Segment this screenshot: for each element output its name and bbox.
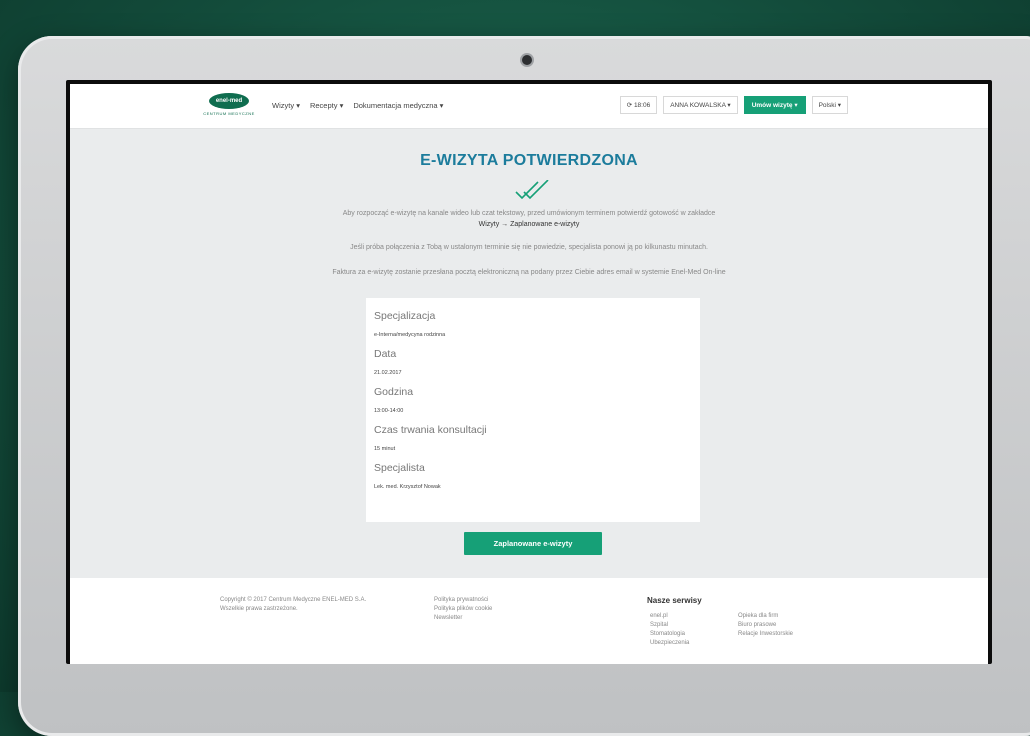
service-link[interactable]: Relacje Inwestorskie	[738, 630, 793, 639]
double-check-icon	[515, 180, 549, 200]
detail-label: Specjalizacja	[374, 310, 436, 322]
laptop-screen: enel-med CENTRUM MEDYCZNE Wizyty ▾ Recep…	[66, 80, 992, 664]
detail-value: 21.02.2017	[374, 370, 402, 376]
footer-copyright: Copyright © 2017 Centrum Medyczne ENEL-M…	[220, 596, 366, 614]
refresh-icon: ⟳	[626, 102, 633, 109]
service-link[interactable]: Ubezpieczenia	[650, 639, 689, 648]
session-timer[interactable]: ⟳ 18:06	[619, 96, 658, 114]
detail-value: e-Interna/medycyna rodzinna	[374, 332, 446, 338]
enel-med-logo[interactable]: enel-med CENTRUM MEDYCZNE	[200, 93, 258, 121]
services-title: Nasze serwisy	[647, 596, 702, 605]
footer-link-newsletter[interactable]: Newsletter	[434, 614, 492, 623]
service-link[interactable]: Szpital	[650, 621, 689, 630]
info-path: Wizyty → Zaplanowane e-wizyty	[478, 221, 580, 228]
planned-e-visits-button[interactable]: Zaplanowane e-wizyty	[464, 532, 602, 555]
detail-value: Lek. med. Krzysztof Nowak	[374, 484, 441, 490]
detail-label: Specjalista	[374, 462, 425, 474]
detail-label: Godzina	[374, 386, 414, 398]
nav-recepty[interactable]: Recepty ▾	[310, 101, 343, 110]
book-visit-button[interactable]: Umów wizytę ▾	[743, 96, 806, 114]
detail-value: 13:00-14:00	[374, 408, 404, 414]
chevron-down-icon: ▾	[296, 101, 300, 110]
chevron-down-icon: ▾	[339, 101, 344, 110]
nav-dokumentacja[interactable]: Dokumentacja medyczna ▾	[353, 101, 443, 110]
footer-links: Polityka prywatności Polityka plików coo…	[434, 596, 492, 623]
services-list-b: Opieka dla firm Biuro prasowe Relacje In…	[738, 612, 793, 639]
header-actions: ⟳ 18:06 ANNA KOWALSKA ▾ Umów wizytę ▾ Po…	[619, 96, 848, 114]
main-nav: Wizyty ▾ Recepty ▾ Dokumentacja medyczna…	[272, 101, 443, 110]
info-paragraph-3: Faktura za e-wizytę zostanie przesłana p…	[332, 269, 726, 276]
footer-link-privacy[interactable]: Polityka prywatności	[434, 596, 492, 605]
service-link[interactable]: Stomatologia	[650, 630, 689, 639]
logo-mark: enel-med	[209, 93, 249, 109]
service-link[interactable]: enel.pl	[650, 612, 689, 621]
info-paragraph-2: Jeśli próba połączenia z Tobą w ustalony…	[350, 244, 708, 251]
language-select[interactable]: Polski ▾	[811, 96, 848, 114]
detail-value: 15 minut	[374, 446, 396, 452]
web-page: enel-med CENTRUM MEDYCZNE Wizyty ▾ Recep…	[70, 84, 988, 664]
copyright-text: Copyright © 2017 Centrum Medyczne ENEL-M…	[220, 597, 367, 603]
nav-wizyty[interactable]: Wizyty ▾	[272, 101, 300, 110]
site-header: enel-med CENTRUM MEDYCZNE Wizyty ▾ Recep…	[70, 84, 988, 129]
service-link[interactable]: Opieka dla firm	[738, 612, 793, 621]
detail-label: Czas trwania konsultacji	[374, 424, 487, 436]
page-title: E-WIZYTA POTWIERDZONA	[420, 152, 638, 169]
site-footer: Copyright © 2017 Centrum Medyczne ENEL-M…	[70, 578, 988, 664]
logo-subtitle: CENTRUM MEDYCZNE	[203, 111, 255, 116]
chevron-down-icon: ▾	[794, 102, 798, 109]
chevron-down-icon: ▾	[727, 102, 731, 109]
visit-details-card: Specjalizacja e-Interna/medycyna rodzinn…	[366, 298, 700, 522]
chevron-down-icon: ▾	[439, 101, 444, 110]
service-link[interactable]: Biuro prasowe	[738, 621, 793, 630]
detail-label: Data	[374, 348, 397, 360]
info-paragraph-1: Aby rozpocząć e-wizytę na kanale wideo l…	[342, 210, 716, 217]
user-menu[interactable]: ANNA KOWALSKA ▾	[663, 96, 738, 114]
camera-icon	[522, 55, 532, 65]
chevron-down-icon: ▾	[837, 102, 841, 109]
footer-link-cookies[interactable]: Polityka plików cookie	[434, 605, 492, 614]
rights-text: Wszelkie prawa zastrzeżone.	[220, 606, 298, 612]
services-list-a: enel.pl Szpital Stomatologia Ubezpieczen…	[650, 612, 689, 648]
